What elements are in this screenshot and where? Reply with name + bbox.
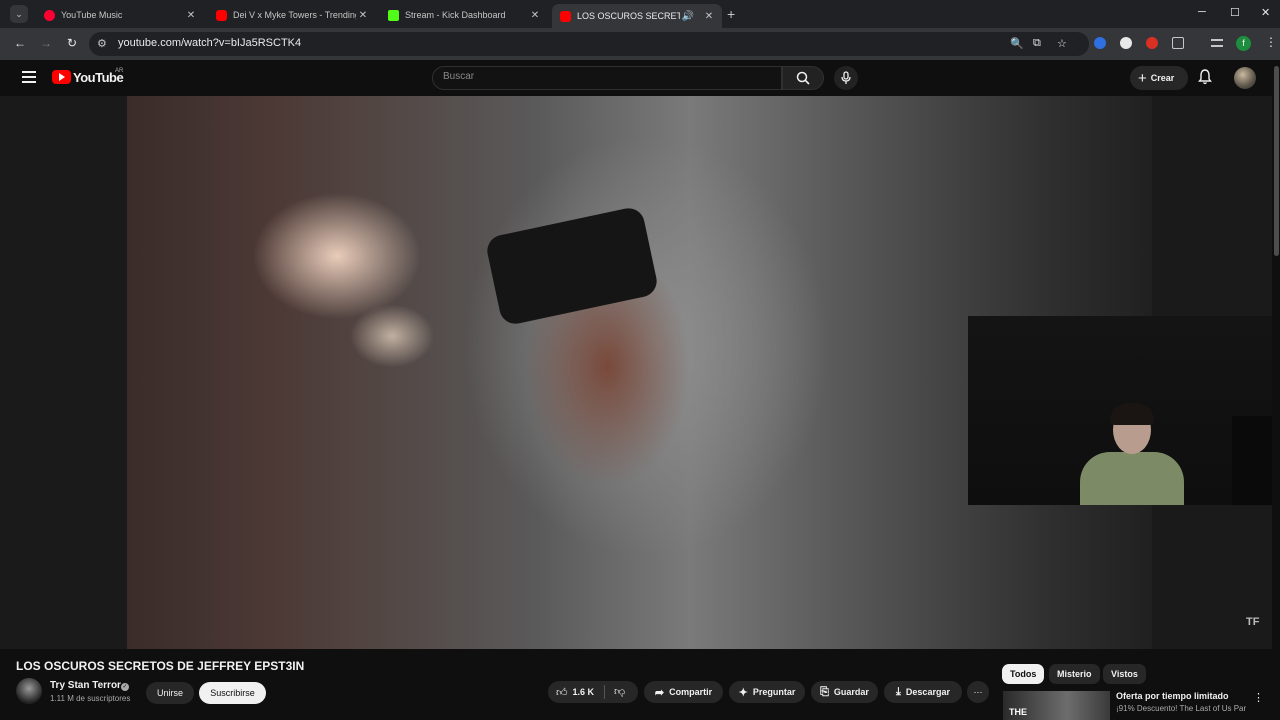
save-button[interactable]: ⎘ Guardar: [811, 681, 878, 703]
record-extension-icon[interactable]: [1146, 37, 1158, 49]
search-icon: [796, 71, 810, 85]
ad-thumb-text: THE: [1009, 707, 1027, 717]
speaker-icon[interactable]: 🔊: [680, 11, 696, 22]
ask-label: Preguntar: [752, 687, 796, 697]
extensions-puzzle-icon[interactable]: [1172, 37, 1184, 49]
subscribe-label: Suscribirse: [210, 688, 255, 698]
forward-icon[interactable]: →: [40, 36, 52, 50]
ad-thumbnail[interactable]: THE: [1003, 691, 1110, 720]
chip-todos[interactable]: Todos: [1002, 664, 1045, 684]
bookmark-star-icon[interactable]: ☆: [1057, 37, 1067, 50]
more-actions-button[interactable]: ⋯: [967, 681, 989, 703]
browser-tabstrip: ⌄ YouTube Music ✕ Dei V x Myke Towers - …: [0, 0, 1280, 28]
reload-icon[interactable]: ↻: [67, 36, 77, 50]
share-icon: ➦: [654, 686, 665, 699]
verified-check-icon: ✓: [121, 683, 129, 691]
chip-misterio[interactable]: Misterio: [1049, 664, 1100, 684]
video-title: LOS OSCUROS SECRETOS DE JEFFREY EPST3IN: [16, 659, 305, 673]
save-label: Guardar: [833, 687, 869, 697]
more-horizontal-icon: ⋯: [973, 686, 983, 697]
webcam-overlay: [968, 316, 1280, 505]
video-content-phone: [484, 205, 660, 327]
tab-kick-dashboard[interactable]: Stream - Kick Dashboard ✕: [380, 4, 548, 26]
media-controls-icon[interactable]: [1211, 39, 1223, 47]
youtube-logo-icon[interactable]: [52, 70, 71, 84]
extension-2-icon[interactable]: [1120, 37, 1132, 49]
tab-dei-v[interactable]: Dei V x Myke Towers - Trending ✕: [208, 4, 376, 26]
youtube-music-favicon-icon: [44, 9, 55, 21]
minimize-icon[interactable]: ─: [1198, 6, 1206, 18]
back-icon[interactable]: ←: [14, 36, 26, 50]
subscribe-button[interactable]: Suscribirse: [199, 682, 266, 704]
extension-1-icon[interactable]: [1094, 37, 1106, 49]
profile-avatar[interactable]: f: [1236, 36, 1251, 51]
notifications-bell-icon[interactable]: [1198, 69, 1212, 85]
webcam-person: [1080, 403, 1184, 505]
bookmark-icon: ⎘: [820, 685, 829, 698]
address-bar[interactable]: ⚙ youtube.com/watch?v=bIJa5RSCTK4 🔍 ⧉ ☆: [89, 32, 1089, 56]
close-tab-icon[interactable]: ✕: [702, 11, 716, 22]
channel-avatar[interactable]: [16, 678, 42, 704]
close-window-icon[interactable]: ✕: [1261, 6, 1270, 19]
like-icon[interactable]: 👍︎: [556, 686, 568, 699]
account-avatar[interactable]: [1234, 67, 1256, 89]
tab-title: Stream - Kick Dashboard: [405, 10, 506, 20]
browser-menu-icon[interactable]: ⋮: [1265, 35, 1277, 49]
youtube-masthead: YouTube AR + Crear: [0, 60, 1280, 96]
microphone-icon: [841, 71, 851, 84]
tab-title: LOS OSCUROS SECRETOS DE: [577, 11, 680, 21]
ask-button[interactable]: ✦ Preguntar: [729, 681, 805, 703]
search-input[interactable]: [443, 71, 763, 82]
close-tab-icon[interactable]: ✕: [356, 10, 370, 21]
dislike-icon[interactable]: 👎︎: [614, 685, 625, 698]
share-button[interactable]: ➦ Compartir: [644, 681, 723, 703]
channel-watermark[interactable]: TF: [1246, 616, 1259, 628]
tab-youtube-music[interactable]: YouTube Music ✕: [36, 4, 204, 26]
plus-icon: +: [1138, 69, 1147, 87]
close-tab-icon[interactable]: ✕: [528, 10, 542, 21]
maximize-icon[interactable]: ☐: [1230, 6, 1240, 19]
kick-favicon-icon: [388, 9, 399, 21]
scrollbar-thumb[interactable]: [1274, 66, 1279, 256]
download-button[interactable]: ⤓ Descargar: [884, 681, 962, 703]
share-label: Compartir: [669, 687, 713, 697]
search-button[interactable]: [782, 66, 824, 90]
close-tab-icon[interactable]: ✕: [184, 10, 198, 21]
channel-name[interactable]: Try Stan Terror: [50, 680, 121, 691]
ad-title[interactable]: Oferta por tiempo limitado: [1116, 691, 1229, 701]
region-code: AR: [115, 68, 124, 74]
tab-search-button[interactable]: ⌄: [10, 5, 28, 23]
cast-icon[interactable]: ⧉: [1033, 37, 1041, 50]
chip-vistos[interactable]: Vistos: [1103, 664, 1146, 684]
ad-description: ¡91% Descuento! The Last of Us Part II: [1116, 704, 1246, 713]
url-text[interactable]: youtube.com/watch?v=bIJa5RSCTK4: [118, 37, 301, 49]
site-info-icon[interactable]: ⚙: [97, 37, 107, 50]
sparkle-icon: ✦: [738, 686, 748, 699]
zoom-icon[interactable]: 🔍: [1010, 37, 1024, 50]
tab-los-oscuros-secretos[interactable]: LOS OSCUROS SECRETOS DE 🔊 ✕: [552, 4, 722, 28]
join-button[interactable]: Unirse: [146, 682, 194, 704]
join-label: Unirse: [156, 688, 183, 698]
subscriber-count: 1.11 M de suscriptores: [50, 694, 131, 703]
create-label: Crear: [1150, 73, 1175, 83]
browser-toolbar: ← → ↻ ⚙ youtube.com/watch?v=bIJa5RSCTK4 …: [0, 28, 1280, 60]
search-box[interactable]: [432, 66, 782, 90]
download-label: Descargar: [905, 687, 950, 697]
tab-title: Dei V x Myke Towers - Trending: [233, 10, 356, 20]
new-tab-button[interactable]: +: [727, 6, 735, 22]
youtube-favicon-icon: [560, 10, 571, 22]
guide-menu-icon[interactable]: [22, 71, 36, 86]
divider: [604, 685, 605, 699]
youtube-favicon-icon: [216, 9, 227, 21]
ad-menu-icon[interactable]: ⋮: [1253, 691, 1264, 704]
video-details: LOS OSCUROS SECRETOS DE JEFFREY EPST3IN …: [0, 649, 1280, 720]
like-count[interactable]: 1.6 K: [573, 687, 595, 697]
tab-title: YouTube Music: [61, 10, 123, 20]
voice-search-button[interactable]: [834, 66, 858, 90]
like-dislike-group: 👍︎ 1.6 K 👎︎: [548, 681, 638, 703]
create-button[interactable]: + Crear: [1130, 66, 1188, 90]
download-icon: ⤓: [896, 685, 901, 698]
